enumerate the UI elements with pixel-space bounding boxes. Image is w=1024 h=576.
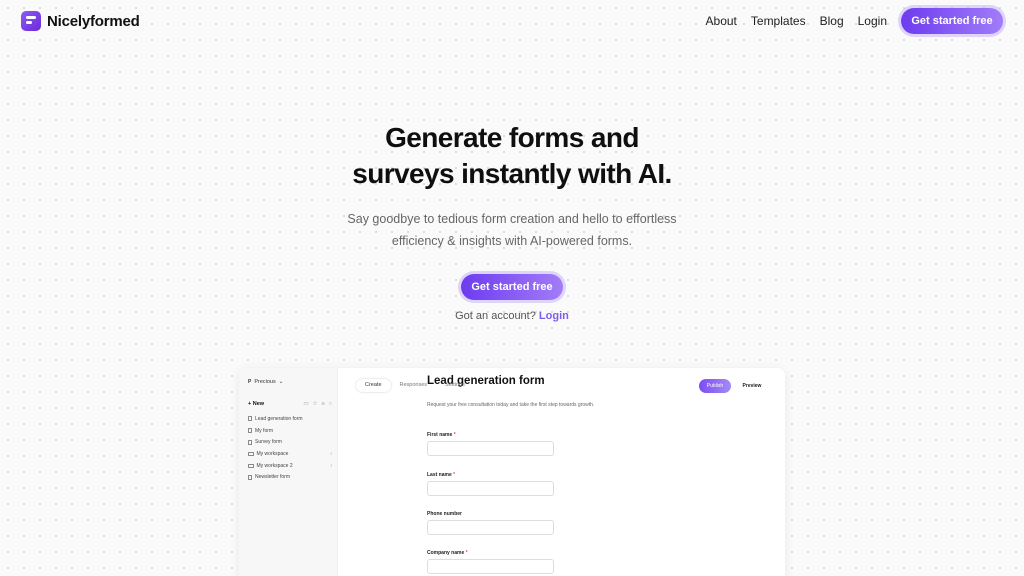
new-form-button[interactable]: + New: [248, 401, 264, 407]
sidebar-item-my-workspace[interactable]: My workspace ›: [248, 448, 332, 460]
search-icon[interactable]: ○: [329, 401, 332, 407]
star-icon[interactable]: ☆: [313, 401, 318, 407]
app-sidebar: P Precious ⌄ + New ▭ ☆ ≡ ○ Lead generati…: [239, 368, 338, 576]
sidebar-item-my-form[interactable]: My form: [248, 425, 332, 437]
field-first-name: First name *: [427, 432, 554, 456]
brand-name: Nicelyformed: [47, 12, 140, 30]
phone-number-input[interactable]: [427, 520, 554, 535]
folder-icon[interactable]: ▭: [303, 401, 308, 407]
workspace-name: Precious: [254, 379, 276, 385]
document-icon: [248, 416, 252, 422]
publish-button[interactable]: Publish: [699, 379, 731, 393]
nav-templates-link[interactable]: Templates: [751, 14, 806, 28]
top-nav: Nicelyformed About Templates Blog Login …: [0, 0, 1024, 44]
hero-login-link[interactable]: Login: [539, 310, 569, 322]
tab-responses[interactable]: Responses: [391, 379, 437, 392]
nav-about-link[interactable]: About: [706, 14, 737, 28]
document-icon: [248, 439, 252, 445]
nav-login-link[interactable]: Login: [858, 14, 887, 28]
document-icon: [248, 428, 252, 434]
hero-title: Generate forms and surveys instantly wit…: [352, 122, 672, 189]
sidebar-list: Lead generation form My form Survey form…: [248, 413, 332, 483]
field-last-name: Last name *: [427, 472, 554, 496]
nav-get-started-button[interactable]: Get started free: [901, 8, 1003, 34]
preview-button[interactable]: Preview: [734, 379, 770, 393]
tab-create[interactable]: Create: [356, 379, 391, 392]
company-name-input[interactable]: [427, 559, 554, 574]
hero-subtitle: Say goodbye to tedious form creation and…: [347, 212, 677, 248]
editor-tabs: Create Responses Settings: [356, 379, 474, 392]
field-phone-number: Phone number: [427, 511, 554, 535]
logo-icon: [21, 11, 41, 31]
document-icon: [248, 474, 252, 480]
hero-get-started-button[interactable]: Get started free: [461, 274, 563, 300]
tab-settings[interactable]: Settings: [436, 379, 474, 392]
folder-icon: [248, 463, 254, 468]
chevron-down-icon: ⌄: [278, 379, 284, 385]
sidebar-item-lead-generation-form[interactable]: Lead generation form: [248, 413, 332, 425]
first-name-input[interactable]: [427, 441, 554, 456]
workspace-switcher[interactable]: P Precious ⌄: [248, 379, 283, 385]
form-description: Request your free consultation today and…: [427, 402, 595, 408]
account-prompt: Got an account? Login: [455, 310, 569, 322]
brand-logo[interactable]: Nicelyformed: [21, 11, 140, 31]
folder-icon: [248, 451, 254, 456]
last-name-input[interactable]: [427, 481, 554, 496]
sidebar-item-survey-form[interactable]: Survey form: [248, 436, 332, 448]
sidebar-toolbar: + New ▭ ☆ ≡ ○: [248, 401, 332, 407]
sidebar-item-my-workspace-2[interactable]: My workspace 2 ›: [248, 460, 332, 472]
field-company-name: Company name *: [427, 550, 554, 574]
filter-icon[interactable]: ≡: [321, 401, 324, 407]
app-preview: P Precious ⌄ + New ▭ ☆ ≡ ○ Lead generati…: [239, 368, 785, 576]
nav-links: About Templates Blog Login: [706, 14, 887, 28]
workspace-avatar: P: [248, 379, 252, 385]
chevron-right-icon: ›: [330, 450, 332, 457]
chevron-right-icon: ›: [330, 462, 332, 469]
sidebar-item-newsletter-form[interactable]: Newsletter form: [248, 471, 332, 483]
nav-blog-link[interactable]: Blog: [820, 14, 844, 28]
